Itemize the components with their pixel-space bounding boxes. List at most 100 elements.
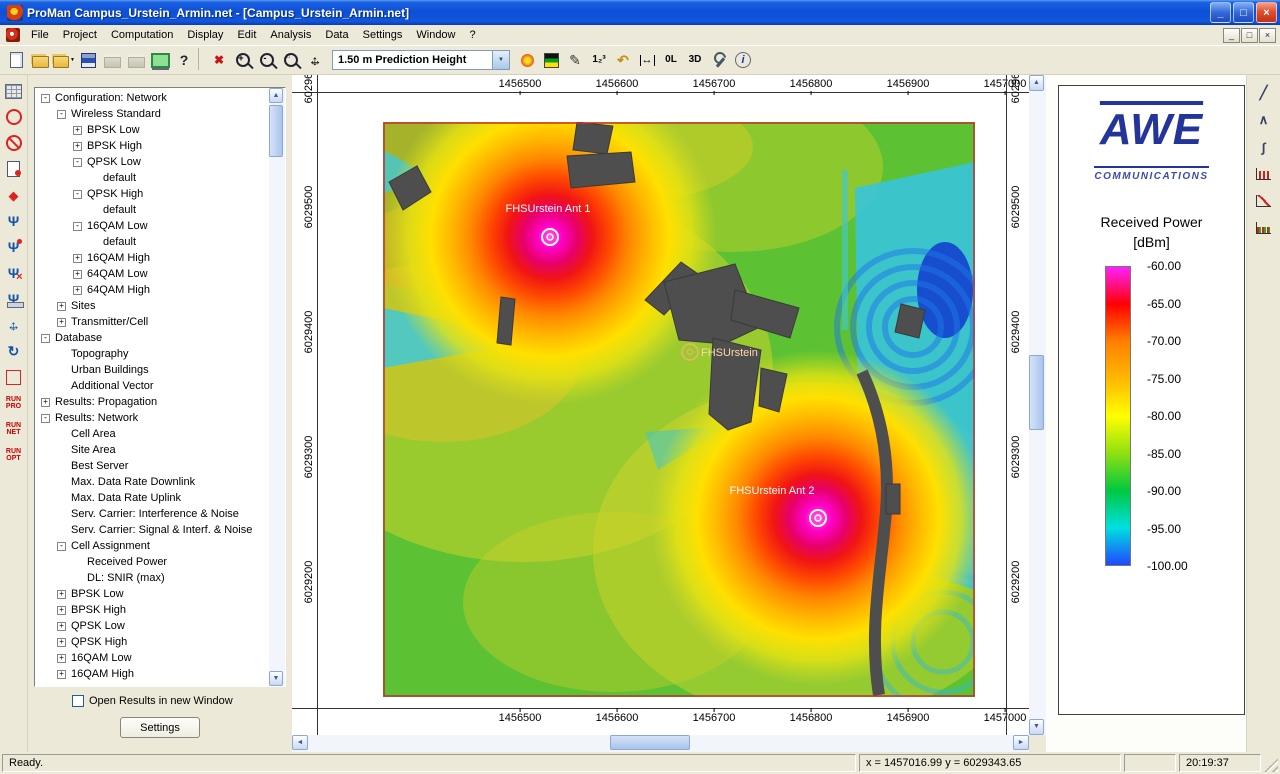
tree-item[interactable]: Received Power [35, 554, 269, 570]
tree-item-label[interactable]: DL: SNIR (max) [87, 572, 165, 584]
tree-item-label[interactable]: Serv. Carrier: Interference & Noise [71, 508, 239, 520]
tree-item[interactable]: + BPSK High [35, 138, 269, 154]
tree-item[interactable]: - 16QAM Low [35, 218, 269, 234]
point-values-icon[interactable]: 1₂³ [587, 48, 611, 72]
tree-item-label[interactable]: 16QAM Low [71, 652, 132, 664]
tree-item[interactable]: + 16QAM Low [35, 650, 269, 666]
tree-item-label[interactable]: 64QAM Low [87, 268, 148, 280]
tree-item[interactable]: + Results: Propagation [35, 394, 269, 410]
transmitter-icon[interactable]: Ψ [2, 235, 26, 259]
curve-analysis-icon[interactable]: ∫ [1251, 135, 1277, 159]
window-button[interactable]: _ [1210, 2, 1231, 23]
tree-item[interactable]: + QPSK High [35, 634, 269, 650]
tree-item-label[interactable]: default [103, 204, 136, 216]
tree-expand-box[interactable]: + [73, 270, 82, 279]
distance-measure-icon[interactable]: ↔ [635, 48, 659, 72]
tree-item-label[interactable]: Cell Assignment [71, 540, 150, 552]
tree-item-label[interactable]: Configuration: Network [55, 92, 167, 104]
menu-item[interactable]: File [24, 26, 56, 44]
tree-item-label[interactable]: QPSK High [87, 188, 143, 200]
menu-item[interactable]: Computation [104, 26, 180, 44]
tree-item-label[interactable]: BPSK Low [71, 588, 124, 600]
tree-item[interactable]: - Wireless Standard [35, 106, 269, 122]
scroll-down-button[interactable] [269, 671, 283, 686]
3d-view-button[interactable]: 3D [683, 48, 707, 72]
scroll-up-button[interactable] [1029, 75, 1044, 91]
tree-item-label[interactable]: Results: Propagation [55, 396, 157, 408]
tree-expand-box[interactable]: - [41, 94, 50, 103]
edit-icon[interactable]: ✎ [563, 48, 587, 72]
window-button[interactable]: × [1256, 2, 1277, 23]
tree-expand-box[interactable]: + [57, 606, 66, 615]
tree-item[interactable]: default [35, 170, 269, 186]
scroll-thumb[interactable] [1029, 355, 1044, 430]
chevron-down-icon[interactable]: ▼ [492, 51, 509, 69]
save-icon[interactable] [76, 48, 100, 72]
tree-item[interactable]: + Sites [35, 298, 269, 314]
resize-grip[interactable] [1264, 758, 1278, 772]
zoom-in-icon[interactable]: + [231, 48, 255, 72]
tree-item[interactable]: Serv. Carrier: Signal & Interf. & Noise [35, 522, 269, 538]
tree-expand-box[interactable]: + [57, 302, 66, 311]
document-marks-icon[interactable] [2, 157, 26, 181]
map-canvas[interactable]: 1456500145660014567001456800145690014570… [292, 75, 1029, 735]
info-icon[interactable]: i [731, 48, 755, 72]
help-icon[interactable]: ? [172, 48, 196, 72]
tree-item[interactable]: - QPSK High [35, 186, 269, 202]
delete-icon[interactable]: ✖ [207, 48, 231, 72]
tree-item[interactable]: + Transmitter/Cell [35, 314, 269, 330]
polyline-analysis-icon[interactable]: ∧ [1251, 108, 1277, 132]
map-horizontal-scrollbar[interactable] [292, 735, 1029, 752]
mdi-button[interactable]: □ [1241, 28, 1258, 43]
tree-item-label[interactable]: 64QAM High [87, 284, 150, 296]
tree-expand-box[interactable]: + [57, 670, 66, 679]
tree-item[interactable]: Urban Buildings [35, 362, 269, 378]
map-vertical-scrollbar[interactable] [1029, 75, 1046, 735]
tree-item[interactable]: + 64QAM High [35, 282, 269, 298]
menu-item[interactable]: Edit [230, 26, 263, 44]
open-project-icon[interactable] [28, 48, 52, 72]
lasso-icon[interactable]: ↶ [611, 48, 635, 72]
delete-antenna-icon[interactable]: Ψ [2, 261, 26, 285]
histogram-icon[interactable] [1251, 216, 1277, 240]
selection-rect-icon[interactable] [2, 365, 26, 389]
tree-item-label[interactable]: Sites [71, 300, 95, 312]
tree-item[interactable]: - Database [35, 330, 269, 346]
prediction-height-select[interactable]: 1.50 m Prediction Height ▼ [332, 50, 510, 70]
tree-item-label[interactable]: Site Area [71, 444, 116, 456]
tree-item[interactable]: - QPSK Low [35, 154, 269, 170]
scroll-up-button[interactable] [269, 88, 283, 103]
tree-item-label[interactable]: QPSK Low [87, 156, 141, 168]
tree-item-label[interactable]: Cell Area [71, 428, 116, 440]
menu-item[interactable]: Display [180, 26, 230, 44]
bar-chart-icon[interactable] [1251, 162, 1277, 186]
tree-item-label[interactable]: default [103, 236, 136, 248]
tree-expand-box[interactable]: - [73, 158, 82, 167]
run-propagation-button[interactable]: RUN PRO [2, 391, 26, 415]
antenna-icon[interactable]: Ψ [2, 209, 26, 233]
tree-expand-box[interactable]: + [57, 590, 66, 599]
tree-item[interactable]: + QPSK Low [35, 618, 269, 634]
tree-item[interactable]: + 64QAM Low [35, 266, 269, 282]
scroll-right-button[interactable] [1013, 735, 1029, 750]
move-icon[interactable]: ↔ [2, 313, 26, 337]
menu-item[interactable]: Window [409, 26, 462, 44]
tree-item-label[interactable]: Max. Data Rate Downlink [71, 476, 195, 488]
tree-item-label[interactable]: 16QAM High [71, 668, 134, 680]
menu-item[interactable]: Analysis [263, 26, 318, 44]
matrix-icon[interactable] [2, 79, 26, 103]
menu-item[interactable]: Project [56, 26, 104, 44]
tree-expand-box[interactable]: + [57, 622, 66, 631]
tree-expand-box[interactable]: + [57, 638, 66, 647]
tree-item[interactable]: - Results: Network [35, 410, 269, 426]
tree-item[interactable]: Site Area [35, 442, 269, 458]
line-chart-icon[interactable] [1251, 189, 1277, 213]
tree-item[interactable]: + BPSK High [35, 602, 269, 618]
open-recent-icon[interactable] [52, 48, 76, 72]
tree-item-label[interactable]: QPSK High [71, 636, 127, 648]
print-icon[interactable] [100, 48, 124, 72]
tree-item[interactable]: default [35, 234, 269, 250]
tree-expand-box[interactable]: + [41, 398, 50, 407]
coverage-map[interactable]: FHSUrstein Ant 1 FHSUrstein FHSUrstein A… [383, 122, 975, 697]
tree-item-label[interactable]: QPSK Low [71, 620, 125, 632]
